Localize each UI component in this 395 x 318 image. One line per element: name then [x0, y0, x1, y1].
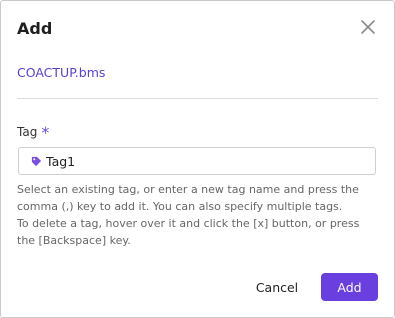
help-line: Select an existing tag, or enter a new t… — [17, 183, 359, 196]
add-tag-dialog: Add COACTUP.bms Tag * Tag1 Select an exis… — [0, 0, 395, 318]
help-text: Select an existing tag, or enter a new t… — [17, 181, 379, 249]
help-line: To delete a tag, hover over it and click… — [17, 217, 360, 230]
tag-input[interactable]: Tag1 — [18, 147, 376, 175]
required-marker: * — [41, 123, 50, 142]
tag-icon — [31, 156, 42, 166]
file-name-link[interactable]: COACTUP.bms — [17, 65, 105, 80]
tag-chip[interactable]: Tag1 — [31, 154, 75, 169]
tag-field-label: Tag * — [17, 121, 50, 142]
help-line: comma (,) key to add it. You can also sp… — [17, 200, 343, 213]
dialog-title: Add — [17, 19, 53, 38]
close-icon[interactable] — [358, 17, 378, 37]
add-button[interactable]: Add — [321, 273, 378, 301]
cancel-button[interactable]: Cancel — [247, 273, 307, 301]
divider — [17, 98, 378, 99]
tag-chip-label: Tag1 — [46, 153, 76, 169]
tag-label-text: Tag — [17, 125, 38, 139]
help-line: the [Backspace] key. — [17, 234, 131, 247]
